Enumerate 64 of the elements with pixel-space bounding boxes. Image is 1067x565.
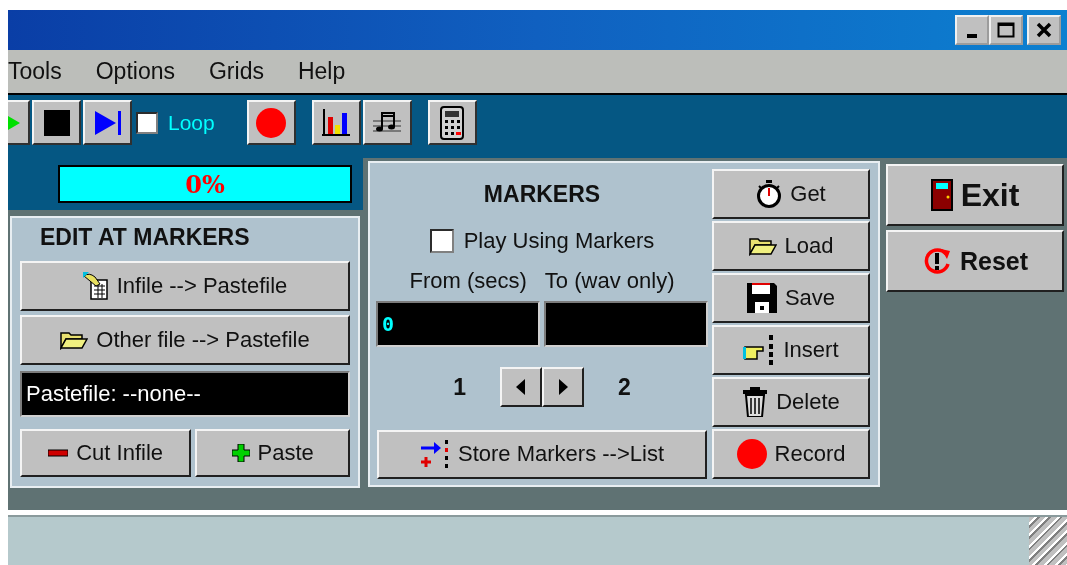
menu-item[interactable]: Help [297, 58, 346, 85]
store-list-icon [420, 439, 450, 470]
panel-title: MARKERS [483, 181, 601, 209]
trash-can-icon [742, 387, 769, 417]
minus-icon [48, 449, 69, 457]
skip-forward-icon [93, 108, 122, 137]
bar-chart-icon [320, 106, 353, 139]
menu-item[interactable]: Options [95, 58, 175, 85]
checkbox-label: Play Using Markers [463, 228, 655, 254]
from-label: From (secs) [409, 268, 527, 295]
menu-item[interactable]: Grids [208, 58, 264, 85]
marker-button[interactable]: Insert [712, 325, 870, 375]
play-using-markers-checkbox[interactable] [429, 229, 454, 253]
reset-button[interactable]: Reset [886, 230, 1064, 292]
cut-button[interactable]: Cut Infile [20, 429, 192, 477]
marker-number: 2 [618, 373, 631, 401]
play-button[interactable] [8, 100, 30, 145]
marker-number: 1 [453, 373, 466, 401]
minimize-icon [967, 34, 977, 38]
next-button[interactable] [542, 367, 584, 408]
record-icon [736, 439, 767, 469]
minimize-button[interactable] [955, 15, 989, 45]
marker-button[interactable]: Record [712, 429, 870, 479]
pastefile-button[interactable]: Infile --> Pastefile [20, 261, 350, 311]
exit-button[interactable]: Exit [886, 164, 1064, 226]
folder-icon [60, 330, 89, 350]
music-button[interactable] [362, 100, 412, 145]
close-button[interactable] [1027, 15, 1061, 45]
plus-icon [231, 444, 250, 462]
pastefile-field: Pastefile: --none-- [20, 371, 350, 417]
stop-icon [43, 109, 70, 136]
loop-label: Loop [168, 110, 215, 135]
resize-grip[interactable] [1029, 517, 1067, 565]
to-field[interactable] [544, 301, 708, 348]
pointing-hand-icon [743, 335, 776, 365]
marker-button[interactable]: Get [712, 169, 870, 219]
record-button[interactable] [246, 100, 296, 145]
marker-button[interactable]: Load [712, 221, 870, 271]
maximize-icon [997, 22, 1015, 38]
right-arrow-icon [558, 379, 568, 396]
from-field[interactable]: 0 [376, 301, 540, 348]
pastefile-button[interactable]: Other file --> Pastefile [20, 315, 350, 365]
calculator-icon [439, 105, 466, 140]
record-icon [255, 106, 288, 139]
skip-forward-button[interactable] [83, 100, 132, 145]
paste-button[interactable]: Paste [195, 429, 350, 477]
menu-item[interactable]: Tools [8, 58, 62, 85]
marker-button[interactable]: Delete [712, 377, 870, 427]
left-arrow-icon [516, 379, 526, 396]
hand-document-icon [82, 272, 109, 300]
stop-button[interactable] [32, 100, 81, 145]
chart-button[interactable] [311, 100, 361, 145]
marker-button[interactable]: Save [712, 273, 870, 323]
store-markers-button[interactable]: Store Markers -->List [377, 429, 707, 479]
close-icon [1036, 22, 1052, 38]
stopwatch-icon [756, 180, 783, 208]
folder-icon [748, 236, 777, 256]
calculator-button[interactable] [427, 100, 477, 145]
loop-checkbox[interactable] [136, 111, 158, 134]
previous-button[interactable] [500, 367, 542, 408]
to-label: To (wav only) [544, 268, 675, 295]
door-icon [930, 179, 953, 211]
maximize-button[interactable] [989, 15, 1023, 45]
panel-title: EDIT AT MARKERS [39, 224, 251, 251]
